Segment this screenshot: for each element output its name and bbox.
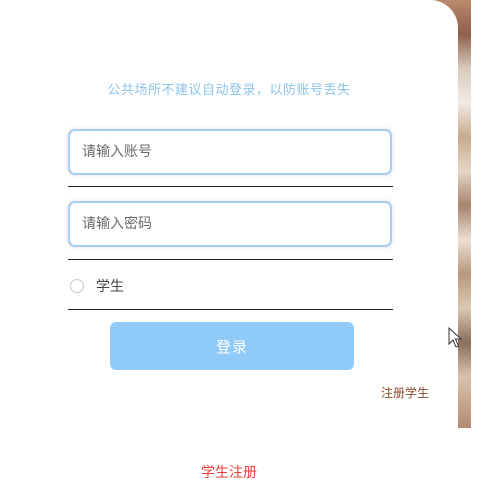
login-card: 公共场所不建议自动登录，以防账号丢失 学生 登录 注册学生	[0, 0, 458, 428]
login-page: 公共场所不建议自动登录，以防账号丢失 学生 登录 注册学生 学生注册	[0, 0, 489, 486]
account-input[interactable]	[68, 129, 392, 175]
password-input[interactable]	[68, 201, 392, 247]
register-student-link[interactable]: 注册学生	[381, 384, 429, 401]
student-register-link[interactable]: 学生注册	[0, 462, 458, 482]
account-divider	[68, 186, 393, 187]
password-divider	[68, 259, 393, 260]
mouse-pointer-icon	[448, 327, 463, 348]
role-student-option[interactable]: 学生	[70, 276, 124, 296]
radio-icon[interactable]	[70, 279, 84, 293]
role-divider	[68, 309, 393, 310]
role-student-label: 学生	[96, 279, 124, 295]
security-hint: 公共场所不建议自动登录，以防账号丢失	[107, 83, 351, 98]
login-button[interactable]: 登录	[110, 322, 354, 370]
